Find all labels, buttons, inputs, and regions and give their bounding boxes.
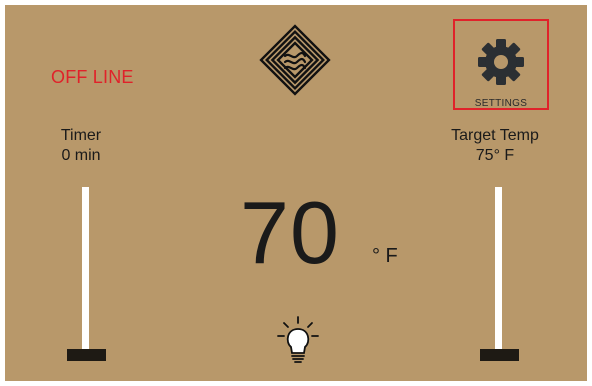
current-temperature: 70	[240, 183, 340, 282]
timer-slider-handle[interactable]	[67, 349, 106, 361]
connection-status: OFF LINE	[51, 67, 134, 87]
lightbulb-icon[interactable]	[275, 316, 321, 364]
timer-value: 0 min	[61, 147, 101, 164]
timer-slider-track[interactable]	[82, 187, 89, 352]
target-temp-label-group: Target Temp 75° F	[435, 126, 555, 166]
settings-label: SETTINGS	[474, 98, 528, 109]
temperature-unit: ° F	[372, 245, 398, 267]
thermostat-screen: OFF LINE SETTINGS Timer 0 min Target Tem…	[5, 5, 587, 381]
timer-label-group: Timer 0 min	[41, 126, 121, 166]
target-temp-slider-handle[interactable]	[480, 349, 519, 361]
target-temp-title: Target Temp	[451, 127, 539, 144]
gear-icon	[478, 39, 524, 85]
brand-logo-icon	[259, 24, 331, 96]
timer-title: Timer	[60, 127, 102, 144]
settings-button[interactable]: SETTINGS	[453, 19, 549, 110]
target-temp-value: 75° F	[475, 147, 515, 164]
target-temp-slider-track[interactable]	[495, 187, 502, 352]
